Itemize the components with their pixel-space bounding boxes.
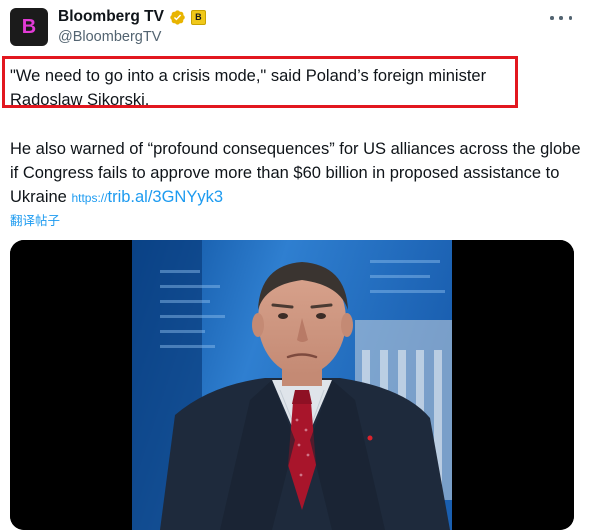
link-protocol: https:// [71,191,108,205]
user-handle[interactable]: @BloombergTV [58,29,206,45]
link-url: trib.al/3GNYyk3 [107,188,224,206]
verified-badge-icon[interactable] [169,9,186,26]
tweet-body-text: He also warned of “profound consequences… [10,137,585,210]
translate-post-link[interactable]: 翻译帖子 [10,210,60,229]
more-options-icon[interactable] [550,10,572,26]
dot [559,16,563,20]
avatar-letter: B [21,16,37,38]
dot [550,16,554,20]
name-row: Bloomberg TV B [58,6,206,28]
tweet-quote-text: "We need to go into a crisis mode," said… [10,67,487,109]
dot [568,16,572,20]
avatar[interactable]: B [10,8,48,46]
video-media[interactable] [10,240,574,530]
video-frame [10,240,574,530]
affiliation-badge-icon[interactable]: B [190,9,206,25]
tweet-header: Bloomberg TV B @BloombergTV [58,6,206,45]
display-name[interactable]: Bloomberg TV [58,8,164,26]
tweet-link[interactable]: https://trib.al/3GNYyk3 [71,188,223,206]
